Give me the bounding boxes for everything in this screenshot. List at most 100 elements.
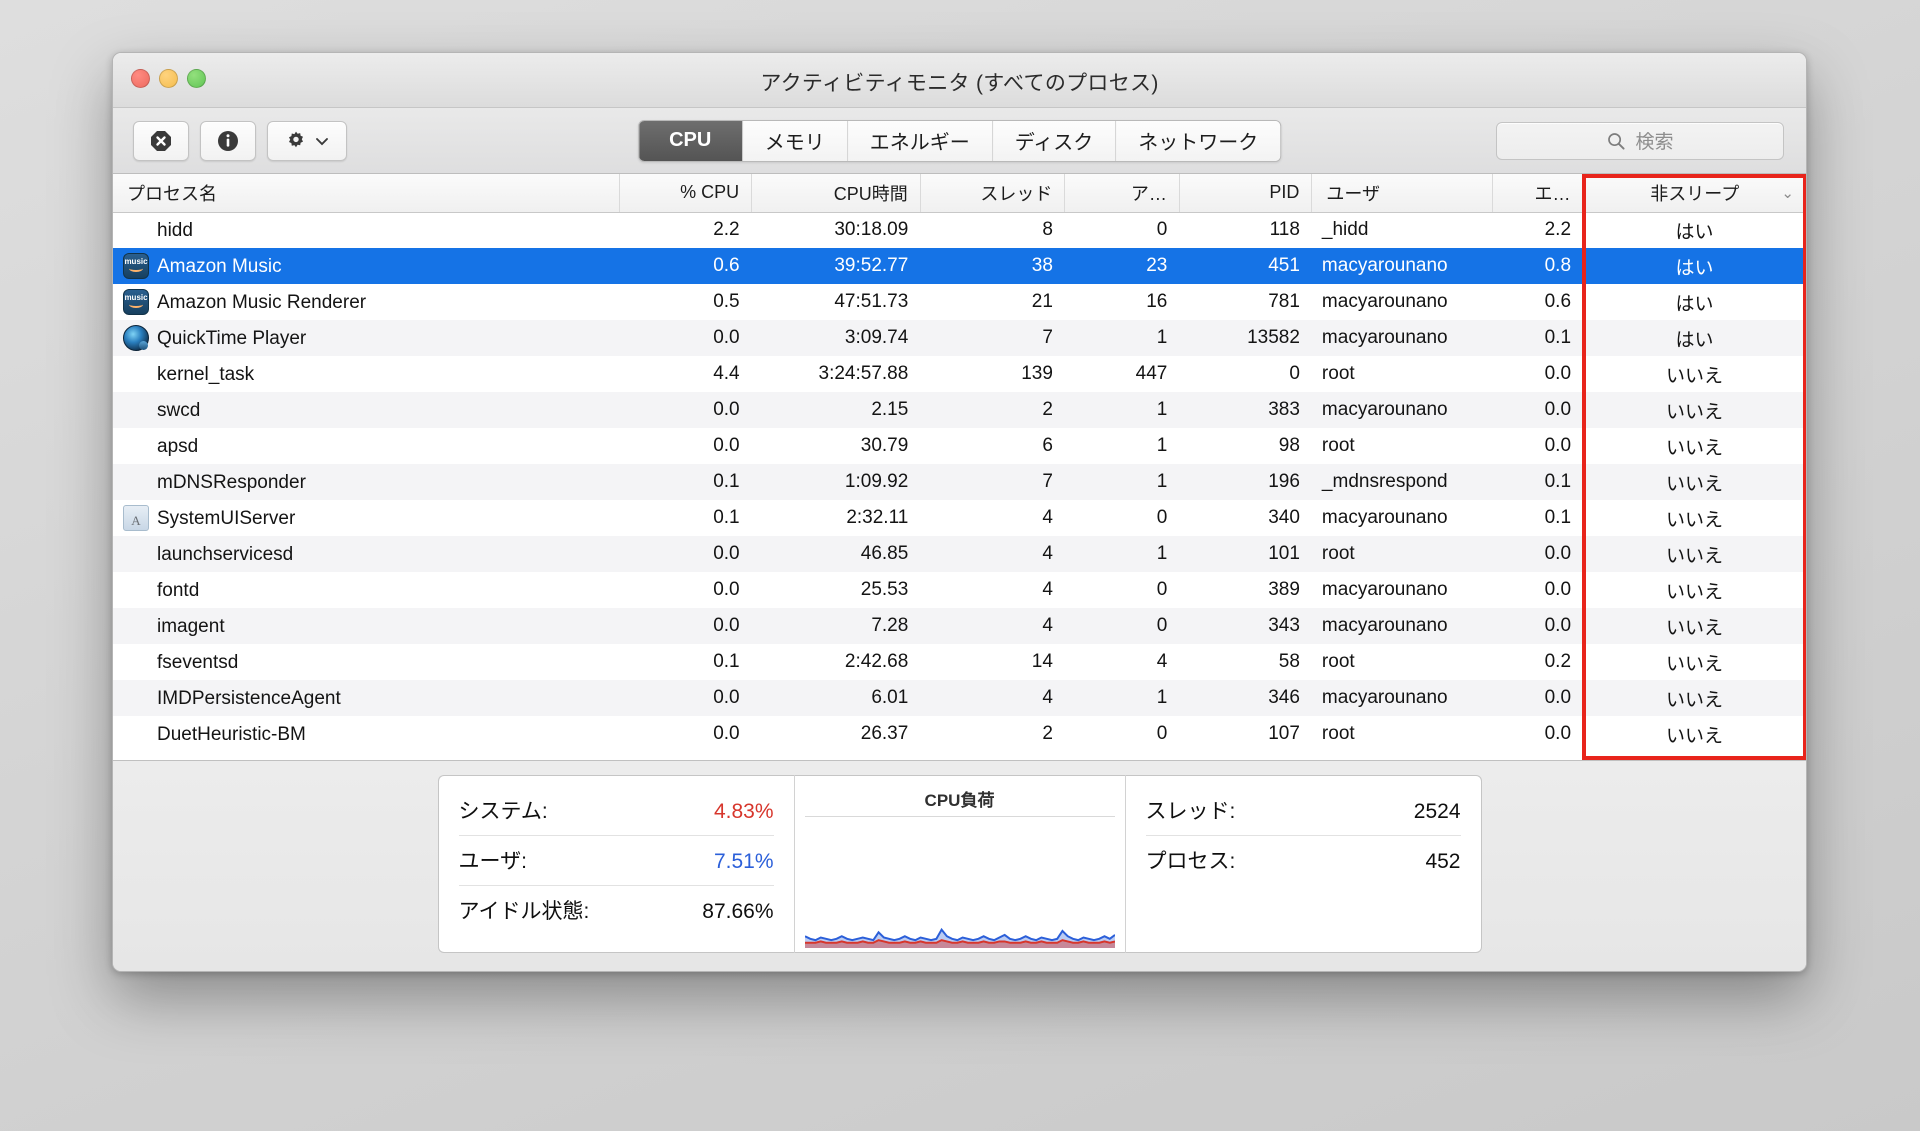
cpu-usage-stats-panel: システム: 4.83% ユーザ: 7.51% アイドル状態: 87.66% xyxy=(437,775,794,953)
process-name-label: hidd xyxy=(157,219,193,241)
cell-cpu-percent: 0.0 xyxy=(713,687,740,708)
process-table: プロセス名 % CPU CPU時間 スレッド ア… PID ユーザ エ… 非スリ… xyxy=(113,174,1806,752)
cell-energy: 0.0 xyxy=(1544,399,1572,420)
cell-cpu-time: 2:32.11 xyxy=(846,507,909,528)
cell-ports: 1 xyxy=(1156,327,1168,348)
table-row[interactable]: Amazon Music Renderer 0.5 47:51.73 21 16 781 m… xyxy=(113,284,1806,320)
cell-cpu-percent: 4.4 xyxy=(713,363,740,384)
cell-user: macyarounano xyxy=(1321,687,1448,708)
process-icon-empty xyxy=(123,217,149,243)
inspect-process-button[interactable] xyxy=(200,120,256,161)
cell-process-name: launchservicesd xyxy=(113,536,619,572)
column-header-pid[interactable]: PID xyxy=(1179,174,1313,213)
window-titlebar[interactable]: アクティビティモニタ (すべてのプロセス) xyxy=(113,53,1806,108)
cell-process-name: Amazon Music xyxy=(113,248,619,284)
cell-non-sleep: いいえ xyxy=(1666,365,1724,387)
cell-energy: 0.0 xyxy=(1544,363,1572,384)
table-row[interactable]: apsd 0.0 30.79 6 1 98 root 0.0 いいえ xyxy=(113,428,1806,464)
tab-disk[interactable]: ディスク xyxy=(992,120,1117,161)
process-name-label: imagent xyxy=(157,615,225,637)
stat-row-idle: アイドル状態: 87.66% xyxy=(459,886,774,935)
cell-user: macyarounano xyxy=(1321,291,1448,312)
cell-cpu-percent: 0.0 xyxy=(713,615,740,636)
search-input[interactable]: 検索 xyxy=(1496,121,1784,160)
table-row[interactable]: SystemUIServer 0.1 2:32.11 4 0 340 macyarounan… xyxy=(113,500,1806,536)
cell-cpu-time: 25.53 xyxy=(860,579,909,600)
column-header-energy[interactable]: エ… xyxy=(1492,174,1584,213)
cell-ports: 0 xyxy=(1156,507,1168,528)
table-row[interactable]: mDNSResponder 0.1 1:09.92 7 1 196 _mdnsrespond… xyxy=(113,464,1806,500)
amazon-music-icon xyxy=(123,289,149,315)
table-row[interactable]: fontd 0.0 25.53 4 0 389 macyarounano 0.0 いいえ xyxy=(113,572,1806,608)
cell-ports: 0 xyxy=(1156,615,1168,636)
header-row: プロセス名 % CPU CPU時間 スレッド ア… PID ユーザ エ… 非スリ… xyxy=(113,174,1806,213)
table-row[interactable]: fseventsd 0.1 2:42.68 14 4 58 root 0.2 いいえ xyxy=(113,644,1806,680)
cell-pid: 58 xyxy=(1278,651,1300,672)
cell-non-sleep: はい xyxy=(1675,257,1714,279)
cell-threads: 4 xyxy=(1042,687,1053,708)
cell-energy: 2.2 xyxy=(1544,219,1572,241)
cell-threads: 2 xyxy=(1042,723,1053,744)
cell-process-name: apsd xyxy=(113,428,619,464)
cell-energy: 0.0 xyxy=(1544,723,1572,744)
cell-cpu-percent: 0.1 xyxy=(713,471,740,492)
cell-ports: 0 xyxy=(1156,219,1168,241)
table-row[interactable]: imagent 0.0 7.28 4 0 343 macyarounano 0.0 いいえ xyxy=(113,608,1806,644)
tab-energy[interactable]: エネルギー xyxy=(847,120,993,161)
column-header-threads[interactable]: スレッド xyxy=(920,174,1066,213)
quit-process-button[interactable] xyxy=(133,120,189,161)
process-icon-empty xyxy=(123,685,149,711)
cell-non-sleep: はい xyxy=(1675,293,1714,315)
table-row[interactable]: launchservicesd 0.0 46.85 4 1 101 root 0.0 いいえ xyxy=(113,536,1806,572)
table-row[interactable]: IMDPersistenceAgent 0.0 6.01 4 1 346 macyaroun… xyxy=(113,680,1806,716)
column-header-ports[interactable]: ア… xyxy=(1064,174,1180,213)
cell-ports: 23 xyxy=(1146,255,1168,276)
cell-non-sleep: いいえ xyxy=(1666,581,1724,603)
process-name-label: Amazon Music Renderer xyxy=(157,291,367,313)
cell-energy: 0.6 xyxy=(1544,291,1572,312)
settings-menu-button[interactable] xyxy=(267,120,347,161)
cell-threads: 139 xyxy=(1021,363,1053,384)
table-row[interactable]: hidd 2.2 30:18.09 8 0 118 _hidd 2.2 はい xyxy=(113,212,1806,248)
cell-user: root xyxy=(1321,435,1355,456)
table-row[interactable]: kernel_task 4.4 3:24:57.88 139 447 0 root 0.0 いい… xyxy=(113,356,1806,392)
process-table-container[interactable]: プロセス名 % CPU CPU時間 スレッド ア… PID ユーザ エ… 非スリ… xyxy=(113,174,1806,761)
column-header-cpu-percent[interactable]: % CPU xyxy=(619,174,753,213)
cell-cpu-time: 7.28 xyxy=(871,615,909,636)
process-name-label: swcd xyxy=(157,399,201,421)
column-header-process-name[interactable]: プロセス名 xyxy=(113,174,620,213)
table-row[interactable]: Amazon Music 0.6 39:52.77 38 23 451 macyarouna… xyxy=(113,248,1806,284)
table-row[interactable]: DuetHeuristic-BM 0.0 26.37 2 0 107 root 0.0 いいえ xyxy=(113,716,1806,752)
cell-user: macyarounano xyxy=(1321,327,1448,348)
tab-cpu[interactable]: CPU xyxy=(638,120,743,161)
cell-process-name: fseventsd xyxy=(113,644,619,680)
process-icon-empty xyxy=(123,721,149,747)
cell-pid: 340 xyxy=(1268,507,1300,528)
tab-network[interactable]: ネットワーク xyxy=(1116,120,1281,161)
stat-row-threads: スレッド: 2524 xyxy=(1145,786,1461,836)
process-icon-empty xyxy=(123,397,149,423)
info-circle-icon xyxy=(218,130,238,151)
cell-pid: 346 xyxy=(1268,687,1300,708)
cell-threads: 2 xyxy=(1042,399,1053,420)
stat-value-threads: 2524 xyxy=(1413,800,1461,823)
column-header-non-sleep[interactable]: 非スリープ ⌄ xyxy=(1583,174,1806,213)
column-header-cpu-time[interactable]: CPU時間 xyxy=(751,174,921,213)
tab-memory[interactable]: メモリ xyxy=(742,120,848,161)
process-name-label: mDNSResponder xyxy=(157,471,306,493)
cell-user: _hidd xyxy=(1321,219,1369,241)
cell-pid: 101 xyxy=(1268,543,1300,564)
cell-cpu-percent: 0.0 xyxy=(713,399,740,420)
cell-pid: 196 xyxy=(1268,471,1300,492)
cell-pid: 343 xyxy=(1268,615,1300,636)
cpu-load-graph-title: CPU負荷 xyxy=(924,791,995,810)
process-name-label: IMDPersistenceAgent xyxy=(157,687,341,709)
cell-cpu-percent: 0.0 xyxy=(713,579,740,600)
cell-energy: 0.0 xyxy=(1544,435,1572,456)
cell-ports: 16 xyxy=(1146,291,1168,312)
cell-cpu-time: 30:18.09 xyxy=(834,219,909,241)
table-row[interactable]: QuickTime Player 0.0 3:09.74 7 1 13582 macyaro… xyxy=(113,320,1806,356)
column-header-user[interactable]: ユーザ xyxy=(1311,174,1494,213)
process-name-label: launchservicesd xyxy=(157,543,294,565)
table-row[interactable]: swcd 0.0 2.15 2 1 383 macyarounano 0.0 いいえ xyxy=(113,392,1806,428)
